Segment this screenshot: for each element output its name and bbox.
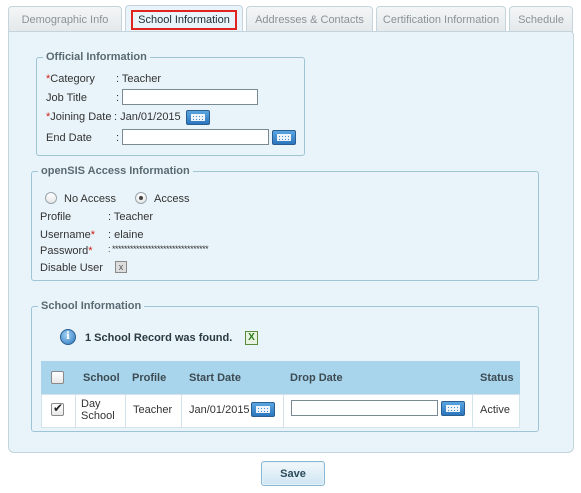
row-status: Active [480, 404, 510, 416]
drop-date-calendar-icon[interactable] [441, 401, 465, 416]
row-checkbox[interactable]: ✔ [51, 401, 64, 416]
column-divider [283, 394, 284, 428]
check-mark-icon: ✔ [53, 401, 64, 415]
access-radio[interactable] [135, 192, 147, 204]
joining-date-label: *Joining Date [46, 111, 112, 123]
drop-date-input[interactable] [291, 400, 438, 416]
category-value: : Teacher [116, 73, 162, 85]
column-header-status: Status [480, 372, 514, 384]
tab-schedule[interactable]: Schedule [509, 6, 573, 32]
end-date-colon: : [116, 132, 120, 144]
username-label: Username* [40, 229, 96, 241]
official-information-legend: Official Information [46, 51, 147, 63]
access-label: Access [154, 193, 190, 205]
column-divider [181, 394, 182, 428]
record-found-message: 1 School Record was found. [85, 332, 233, 344]
tab-addresses-contacts[interactable]: Addresses & Contacts [246, 6, 373, 32]
job-title-input[interactable] [122, 89, 258, 105]
profile-label: Profile [40, 211, 72, 223]
tab-label: Certification Information [382, 13, 500, 26]
column-header-start-date: Start Date [189, 372, 241, 384]
start-date-calendar-icon[interactable] [251, 402, 275, 417]
school-information-legend: School Information [41, 300, 142, 312]
tab-demographic-info[interactable]: Demographic Info [8, 6, 122, 32]
no-access-label: No Access [64, 193, 116, 205]
joining-date-calendar-icon[interactable] [186, 110, 210, 125]
row-school-name-line1: Day [81, 398, 101, 410]
job-title-colon: : [116, 92, 120, 104]
column-header-school: School [83, 372, 120, 384]
column-header-drop-date: Drop Date [290, 372, 343, 384]
row-profile: Teacher [133, 404, 173, 416]
tab-label: Addresses & Contacts [255, 13, 364, 26]
username-value: : elaine [108, 229, 144, 241]
save-button[interactable]: Save [261, 461, 325, 486]
disable-user-checkbox[interactable]: x [115, 261, 127, 273]
tab-label: School Information [131, 9, 237, 30]
access-information-fieldset: openSIS Access Information [31, 165, 539, 281]
no-access-radio[interactable] [45, 192, 57, 204]
select-all-checkbox[interactable] [51, 371, 64, 384]
row-school-name-line2: School [81, 410, 115, 422]
end-date-input[interactable] [122, 129, 269, 145]
column-divider [472, 394, 473, 428]
access-information-legend: openSIS Access Information [41, 165, 190, 177]
column-header-profile: Profile [132, 372, 167, 384]
column-divider [75, 394, 76, 428]
category-label: *Category [46, 73, 95, 85]
profile-value: : Teacher [108, 211, 154, 223]
tab-bar: Demographic Info School Information Addr… [8, 5, 574, 33]
tab-certification-information[interactable]: Certification Information [376, 6, 506, 32]
tab-school-information[interactable]: School Information [125, 5, 243, 33]
job-title-label: Job Title [46, 92, 87, 104]
excel-export-icon[interactable]: X [245, 331, 258, 345]
tab-label: Schedule [518, 13, 564, 26]
password-label: Password* [40, 245, 93, 257]
joining-date-value: : Jan/01/2015 [114, 111, 181, 123]
end-date-calendar-icon[interactable] [272, 130, 296, 145]
disable-user-label: Disable User [40, 262, 103, 274]
password-value: : ******************************** [108, 244, 209, 254]
tab-label: Demographic Info [21, 13, 109, 26]
row-start-date: Jan/01/2015 [189, 404, 250, 416]
end-date-label: End Date [46, 132, 92, 144]
info-icon: i [60, 329, 76, 345]
column-divider [125, 394, 126, 428]
